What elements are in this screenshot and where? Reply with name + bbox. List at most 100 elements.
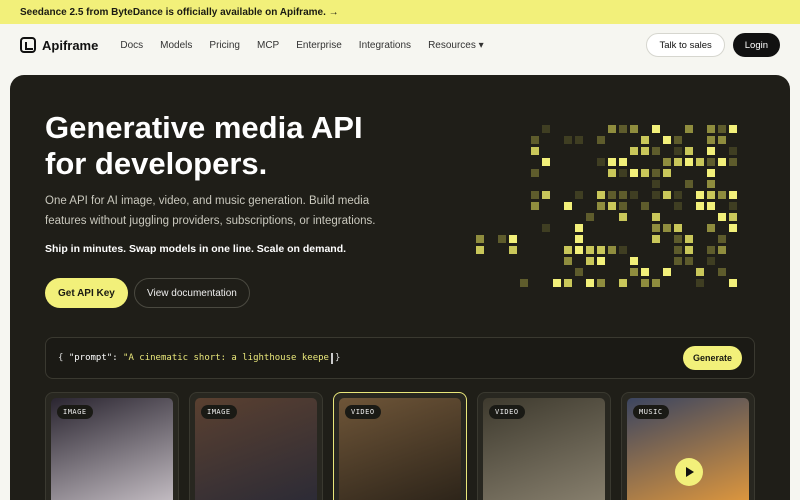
nav-link-enterprise[interactable]: Enterprise xyxy=(296,40,342,51)
mosaic-pixel xyxy=(685,158,693,166)
mosaic-pixel xyxy=(564,279,572,287)
prompt-input[interactable]: { "prompt": "A cinematic short: a lighth… xyxy=(45,337,755,379)
announcement-text[interactable]: Seedance 2.5 from ByteDance is officiall… xyxy=(20,7,339,18)
mosaic-pixel xyxy=(718,246,726,254)
mosaic-pixel xyxy=(608,158,616,166)
card-media: VIDEO xyxy=(339,398,461,500)
hero-title: Generative media API for developers. xyxy=(45,110,405,181)
mosaic-pixel xyxy=(531,191,539,199)
mosaic-pixel xyxy=(652,180,660,188)
mosaic-pixel xyxy=(608,125,616,133)
card-badge: MUSIC xyxy=(633,405,669,419)
mosaic-pixel xyxy=(619,169,627,177)
nav-link-docs[interactable]: Docs xyxy=(120,40,143,51)
mosaic-pixel xyxy=(531,169,539,177)
mosaic-pixel xyxy=(707,246,715,254)
mosaic-pixel xyxy=(553,279,561,287)
mosaic-pixel xyxy=(729,224,737,232)
mosaic-pixel xyxy=(575,235,583,243)
prompt-key: "prompt": xyxy=(68,353,118,363)
mosaic-pixel xyxy=(707,191,715,199)
media-card-image-1[interactable]: IMAGE xyxy=(45,392,179,500)
get-api-key-button[interactable]: Get API Key xyxy=(45,278,128,308)
nav-link-integrations[interactable]: Integrations xyxy=(359,40,411,51)
nav-link-resources[interactable]: Resources ▾ xyxy=(428,40,484,51)
mosaic-pixel xyxy=(630,257,638,265)
mosaic-pixel xyxy=(729,147,737,155)
mosaic-pixel xyxy=(652,125,660,133)
mosaic-pixel xyxy=(509,246,517,254)
mosaic-pixel xyxy=(575,268,583,276)
mosaic-pixel xyxy=(707,169,715,177)
mosaic-pixel xyxy=(575,191,583,199)
brand-logo[interactable]: Apiframe xyxy=(20,37,98,53)
view-documentation-button[interactable]: View documentation xyxy=(134,278,250,308)
mosaic-pixel xyxy=(564,136,572,144)
mosaic-pixel xyxy=(608,246,616,254)
mosaic-pixel xyxy=(729,279,737,287)
mosaic-pixel xyxy=(597,279,605,287)
generate-button[interactable]: Generate xyxy=(682,346,742,370)
mosaic-pixel xyxy=(707,257,715,265)
mosaic-pixel xyxy=(729,213,737,221)
nav-link-pricing[interactable]: Pricing xyxy=(209,40,240,51)
mosaic-pixel xyxy=(608,169,616,177)
card-badge: VIDEO xyxy=(489,405,525,419)
mosaic-pixel xyxy=(542,224,550,232)
mosaic-pixel xyxy=(619,202,627,210)
talk-to-sales-button[interactable]: Talk to sales xyxy=(646,33,725,57)
mosaic-pixel xyxy=(575,224,583,232)
hero-title-line1: Generative media API xyxy=(45,110,363,145)
hero-section: Generative media API for developers. One… xyxy=(10,75,790,500)
login-button[interactable]: Login xyxy=(732,33,780,57)
mosaic-pixel xyxy=(652,213,660,221)
card-media: MUSIC xyxy=(627,398,749,500)
mosaic-pixel xyxy=(542,125,550,133)
mosaic-pixel xyxy=(641,279,649,287)
mosaic-pixel xyxy=(564,202,572,210)
mosaic-pixel xyxy=(685,125,693,133)
mosaic-pixel xyxy=(663,169,671,177)
mosaic-pixel xyxy=(476,246,484,254)
mosaic-pixel xyxy=(586,213,594,221)
nav-links: Docs Models Pricing MCP Enterprise Integ… xyxy=(120,40,483,51)
mosaic-pixel xyxy=(652,147,660,155)
mosaic-pixel xyxy=(696,279,704,287)
play-icon[interactable] xyxy=(675,458,703,486)
mosaic-pixel xyxy=(718,136,726,144)
nav-link-models[interactable]: Models xyxy=(160,40,192,51)
mosaic-pixel xyxy=(509,235,517,243)
card-badge: VIDEO xyxy=(345,405,381,419)
hero-subtitle: One API for AI image, video, and music g… xyxy=(45,195,376,227)
brand-name: Apiframe xyxy=(42,37,99,53)
media-card-video-2[interactable]: VIDEO xyxy=(477,392,611,500)
mosaic-pixel xyxy=(520,279,528,287)
mosaic-pixel xyxy=(707,180,715,188)
mosaic-pixel xyxy=(597,257,605,265)
mosaic-pixel xyxy=(674,246,682,254)
mosaic-pixel xyxy=(597,136,605,144)
mosaic-pixel xyxy=(531,147,539,155)
mosaic-pixel xyxy=(696,268,704,276)
mosaic-pixel xyxy=(685,147,693,155)
mosaic-pixel xyxy=(707,158,715,166)
mosaic-pixel xyxy=(630,191,638,199)
media-card-image-2[interactable]: IMAGE xyxy=(189,392,323,500)
mosaic-pixel xyxy=(729,202,737,210)
mosaic-pixel xyxy=(630,169,638,177)
mosaic-pixel xyxy=(707,125,715,133)
mosaic-pixel xyxy=(707,147,715,155)
nav-link-mcp[interactable]: MCP xyxy=(257,40,279,51)
mosaic-pixel xyxy=(718,268,726,276)
mosaic-pixel xyxy=(586,257,594,265)
mosaic-pixel xyxy=(696,202,704,210)
announcement-bar[interactable]: Seedance 2.5 from ByteDance is officiall… xyxy=(0,0,800,24)
mosaic-pixel xyxy=(663,136,671,144)
mosaic-pixel xyxy=(663,268,671,276)
mosaic-pixel xyxy=(663,191,671,199)
prompt-open-brace: { xyxy=(58,353,64,363)
media-card-video-1[interactable]: VIDEO xyxy=(333,392,467,500)
text-cursor xyxy=(330,352,333,364)
media-card-music[interactable]: MUSIC xyxy=(621,392,755,500)
mosaic-pixel xyxy=(619,279,627,287)
